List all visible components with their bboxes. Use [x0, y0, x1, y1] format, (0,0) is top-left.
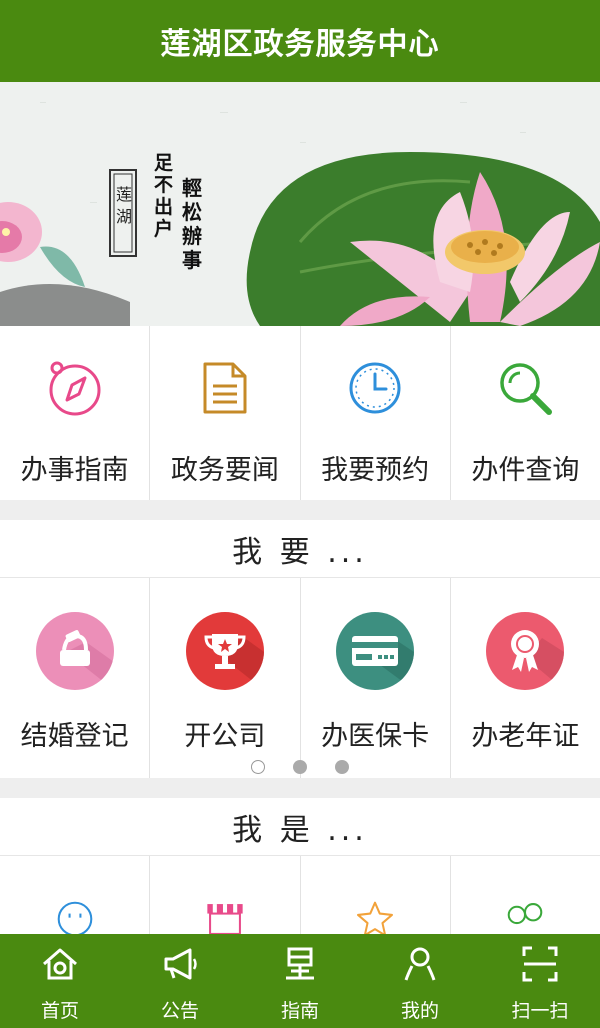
- tab-label: 首页: [40, 1000, 79, 1022]
- iam-grid: [0, 856, 600, 938]
- quick-menu: 办事指南 政务要闻 我要预约 办件查询: [0, 326, 600, 500]
- pagination-dot-active[interactable]: [251, 760, 265, 774]
- iam-section-title: 我 是 ...: [0, 798, 600, 856]
- medal-icon: [486, 612, 565, 690]
- guide-icon: [286, 947, 314, 980]
- quick-menu-item-query[interactable]: 办件查询: [451, 326, 600, 500]
- pagination-dot[interactable]: [293, 760, 307, 774]
- tab-notice[interactable]: 公告: [120, 934, 240, 1028]
- tab-label: 公告: [160, 1000, 199, 1022]
- star-icon: [357, 901, 394, 937]
- iam-item[interactable]: [301, 856, 451, 938]
- iam-section: 我 是 ...: [0, 798, 600, 938]
- want-item-insurance-card[interactable]: 办医保卡: [301, 578, 451, 778]
- page-title: 莲湖区政务服务中心: [160, 27, 440, 62]
- iam-item[interactable]: [0, 856, 151, 938]
- banner-slogan-right: 輕松辦事: [182, 176, 202, 272]
- quick-menu-label: 办事指南: [20, 455, 129, 486]
- want-item-marriage[interactable]: 结婚登记: [0, 578, 151, 778]
- banner-image[interactable]: 莲湖 足不出户 輕松辦事: [0, 82, 600, 326]
- tab-home[interactable]: 首页: [0, 934, 120, 1028]
- ring-box-icon: [35, 612, 114, 690]
- iam-item[interactable]: [451, 856, 600, 938]
- home-icon: [43, 948, 77, 980]
- user-icon: [404, 947, 436, 981]
- quick-menu-item-news[interactable]: 政务要闻: [150, 326, 301, 500]
- want-item-label: 办老年证: [471, 721, 580, 752]
- tab-scan[interactable]: 扫一扫: [480, 934, 600, 1028]
- quick-menu-item-appointment[interactable]: 我要预约: [301, 326, 451, 500]
- want-grid: 结婚登记 开公司 办医保卡 办老年证: [0, 578, 600, 778]
- shop-icon: [207, 904, 243, 935]
- carousel-pagination: [0, 760, 600, 774]
- app-header: 莲湖区政务服务中心: [0, 0, 600, 82]
- bottom-tab-bar: 首页 公告 指南 我的 扫一扫: [0, 934, 600, 1028]
- quick-menu-label: 政务要闻: [170, 455, 279, 486]
- trophy-icon: [185, 612, 264, 690]
- quick-menu-label: 办件查询: [471, 455, 580, 486]
- document-icon: [203, 362, 247, 414]
- smiley-icon: [57, 901, 92, 937]
- search-icon: [500, 363, 553, 415]
- tab-guide[interactable]: 指南: [240, 934, 360, 1028]
- want-section: 我 要 ... 结婚登记 开公司 办医保卡 办老年证: [0, 520, 600, 778]
- clock-icon: [349, 362, 401, 414]
- tab-label: 指南: [280, 1000, 319, 1022]
- tab-label: 我的: [400, 1000, 439, 1022]
- want-item-company[interactable]: 开公司: [150, 578, 301, 778]
- want-item-label: 开公司: [184, 721, 266, 752]
- pagination-dot[interactable]: [335, 760, 349, 774]
- banner-seal-text: 莲湖: [116, 185, 133, 226]
- want-item-senior-card[interactable]: 办老年证: [451, 578, 600, 778]
- iam-item[interactable]: [150, 856, 301, 938]
- quick-menu-item-guide[interactable]: 办事指南: [0, 326, 151, 500]
- tab-mine[interactable]: 我的: [360, 934, 480, 1028]
- megaphone-icon: [164, 948, 197, 980]
- card-icon: [336, 612, 415, 690]
- want-item-label: 结婚登记: [20, 721, 129, 752]
- lotus-illustration: [0, 102, 600, 326]
- tab-label: 扫一扫: [511, 1000, 569, 1022]
- quick-menu-label: 我要预约: [321, 455, 430, 486]
- compass-icon: [49, 361, 101, 416]
- want-item-label: 办医保卡: [321, 721, 430, 752]
- want-section-title: 我 要 ...: [0, 520, 600, 578]
- people-icon: [508, 903, 543, 925]
- banner-slogan-left: 足不出户: [154, 152, 174, 240]
- scan-icon: [522, 946, 558, 982]
